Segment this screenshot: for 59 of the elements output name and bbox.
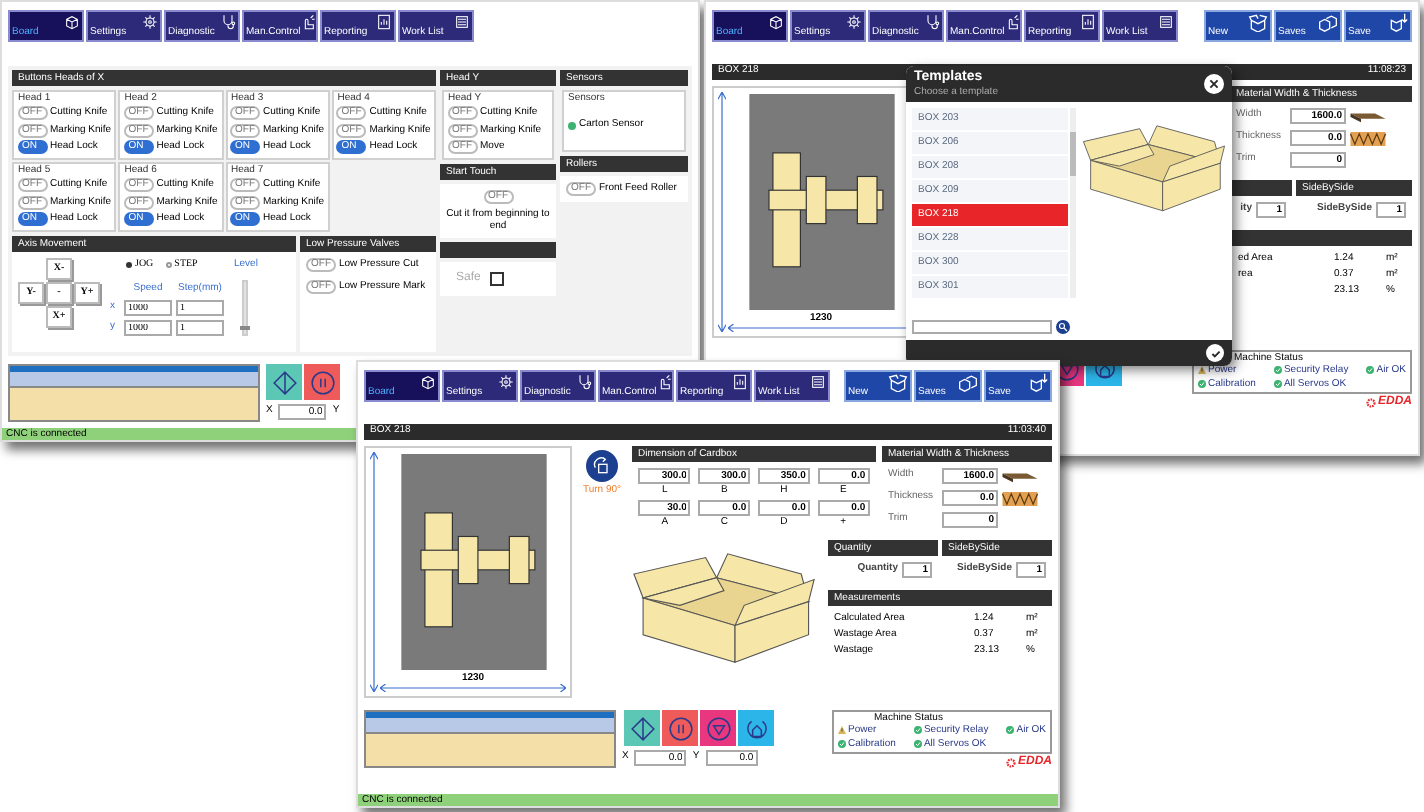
panel-header [440,242,556,258]
report-icon [376,14,392,30]
close-button[interactable] [1204,74,1224,94]
corrugated-icon [1350,131,1386,145]
open-box-icon [1248,12,1268,32]
stethoscope-icon [924,14,940,30]
gear-icon [498,374,514,390]
box-arrow-icon [1388,12,1408,32]
boxes-icon [958,372,978,392]
box-arrow-icon [1028,372,1048,392]
stop-icon [705,715,731,741]
pause-button[interactable] [304,364,340,400]
rotate-icon [592,456,612,476]
start-button[interactable] [624,710,660,746]
open-box-icon [888,372,908,392]
report-icon [1080,14,1096,30]
box-icon [768,14,784,30]
pause-button[interactable] [662,710,698,746]
check-icon [1209,347,1221,359]
diamond-icon [629,715,655,741]
pointing-hand-icon [1004,14,1021,30]
list-icon [454,14,470,30]
home-button[interactable] [738,710,774,746]
report-icon [732,374,748,390]
level-slider[interactable] [242,279,249,335]
scrollbar[interactable] [1070,108,1076,298]
pointing-hand-icon [300,14,317,30]
pointing-hand-icon [656,374,673,390]
stethoscope-icon [576,374,592,390]
list-icon [810,374,826,390]
rotate-button[interactable] [586,450,618,482]
pause-icon [667,715,693,741]
cardboard-sheet-icon [1350,109,1386,123]
box-drawing [1082,124,1226,214]
gear-icon [1005,757,1016,767]
pause-icon [309,369,335,395]
confirm-button[interactable] [1206,344,1224,362]
home-icon [743,715,769,741]
list-icon [1158,14,1174,30]
stop-button[interactable] [700,710,736,746]
gear-icon [846,14,862,30]
corrugated-icon [1002,491,1038,505]
search-button[interactable] [1056,320,1070,334]
box-icon [64,14,80,30]
checkbox[interactable] [490,272,505,286]
radio-button[interactable] [165,262,172,269]
gear-icon [142,14,158,30]
start-button[interactable] [266,364,302,400]
diamond-icon [271,369,297,395]
stethoscope-icon [220,14,236,30]
search-field[interactable] [912,320,1052,334]
boxes-icon [1318,12,1338,32]
gear-icon [1365,397,1376,407]
cardboard-sheet-icon [1002,469,1038,483]
slider-thumb[interactable] [240,326,251,331]
search-icon [1058,322,1068,332]
close-icon [1208,78,1220,90]
radio-button[interactable] [126,262,132,269]
box-icon [420,374,436,390]
